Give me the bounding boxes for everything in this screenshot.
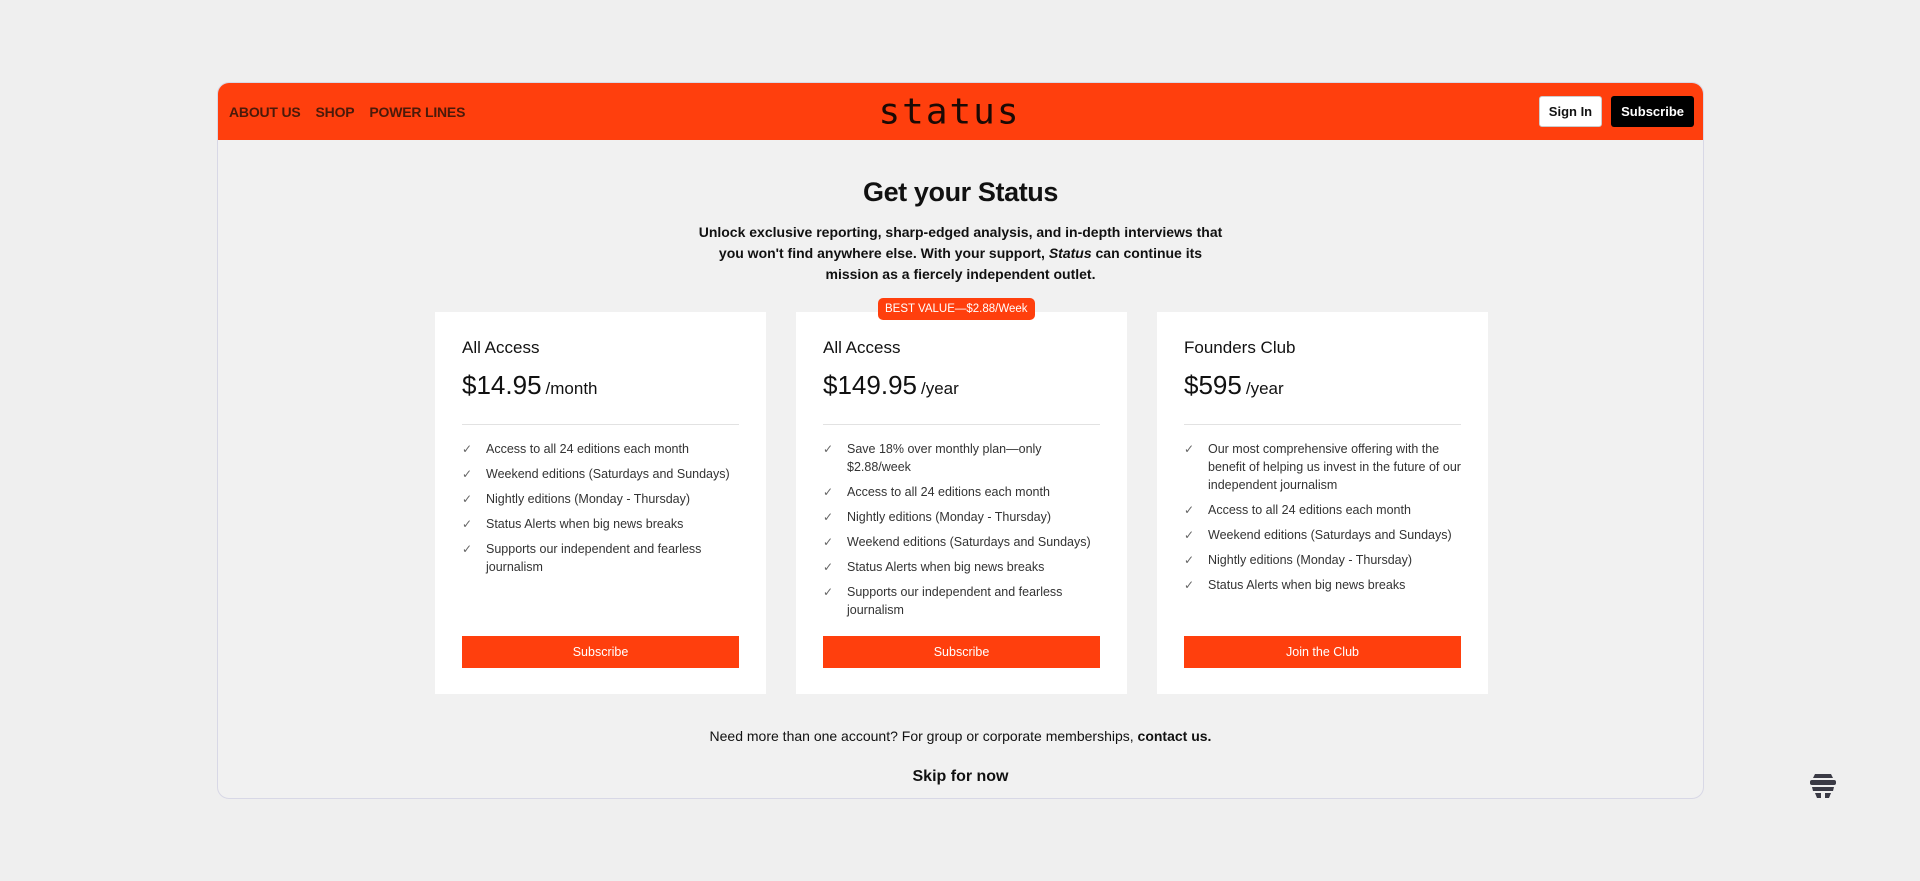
feature-item: ✓ Weekend editions (Saturdays and Sundays… <box>1184 526 1461 544</box>
feature-text: Weekend editions (Saturdays and Sundays) <box>847 535 1091 549</box>
price-period: /year <box>1245 379 1284 398</box>
check-icon: ✓ <box>823 535 834 549</box>
subscribe-monthly-button[interactable]: Subscribe <box>462 636 739 668</box>
check-icon: ✓ <box>823 485 834 499</box>
plan-name: All Access <box>462 338 540 357</box>
check-icon: ✓ <box>823 585 834 599</box>
check-icon: ✓ <box>462 517 473 531</box>
price-amount: $595 <box>1184 370 1242 400</box>
feature-item: ✓ Save 18% over monthly plan—only $2.88/w… <box>823 440 1100 476</box>
page-title: Get your Status <box>862 177 1059 207</box>
group-membership-note: Need more than one account? For group or… <box>218 728 1703 744</box>
app-logo-icon[interactable] <box>1806 768 1840 802</box>
footnote-text: Need more than one account? For group or… <box>709 728 1138 744</box>
plan-name: Founders Club <box>1184 338 1296 357</box>
feature-item: ✓ Access to all 24 editions each month <box>823 483 1100 501</box>
check-icon: ✓ <box>1184 528 1195 542</box>
feature-item: ✓ Access to all 24 editions each month <box>1184 501 1461 519</box>
plan-name: All Access <box>823 338 901 357</box>
feature-item: ✓ Status Alerts when big news breaks <box>462 515 739 533</box>
feature-text: Our most comprehensive offering with the… <box>1208 442 1461 492</box>
feature-text: Nightly editions (Monday - Thursday) <box>1208 553 1413 567</box>
feature-text: Status Alerts when big news breaks <box>1208 578 1406 592</box>
feature-list: ✓ Access to all 24 editions each month ✓ W… <box>462 440 739 576</box>
plan-price: $14.95 /month <box>462 370 739 401</box>
feature-text: Weekend editions (Saturdays and Sundays) <box>1208 528 1452 542</box>
site-logo[interactable]: status <box>878 91 1020 132</box>
skip-for-now-link[interactable]: Skip for now <box>218 768 1703 786</box>
price-period: /year <box>920 379 959 398</box>
feature-item: ✓ Nightly editions (Monday - Thursday) <box>1184 551 1461 569</box>
feature-text: Status Alerts when big news breaks <box>847 560 1045 574</box>
header-subscribe-button[interactable]: Subscribe <box>1611 96 1694 127</box>
feature-item: ✓ Weekend editions (Saturdays and Sundays… <box>462 465 739 483</box>
plan-card-yearly: BEST VALUE—$2.88/Week All Access $149.95… <box>796 298 1127 694</box>
intro-text: Unlock exclusive reporting, sharp-edged … <box>696 222 1226 285</box>
sign-in-button[interactable]: Sign In <box>1538 96 1603 127</box>
feature-text: Status Alerts when big news breaks <box>486 517 684 531</box>
feature-item: ✓ Our most comprehensive offering with th… <box>1184 440 1461 494</box>
join-club-button[interactable]: Join the Club <box>1184 636 1461 668</box>
check-icon: ✓ <box>462 542 473 556</box>
divider <box>462 424 739 425</box>
feature-item: ✓ Supports our independent and fearless j… <box>462 540 739 576</box>
check-icon: ✓ <box>1184 442 1195 456</box>
nav-link-shop[interactable]: SHOP <box>316 104 355 120</box>
top-navigation-bar: ABOUT US SHOP POWER LINES status Sign In… <box>218 83 1703 140</box>
check-icon: ✓ <box>1184 553 1195 567</box>
feature-text: Weekend editions (Saturdays and Sundays) <box>486 467 730 481</box>
feature-list: ✓ Our most comprehensive offering with th… <box>1184 440 1461 594</box>
feature-text: Nightly editions (Monday - Thursday) <box>847 510 1052 524</box>
pricing-cards: All Access $14.95 /month ✓ Access to all … <box>435 298 1488 694</box>
feature-text: Access to all 24 editions each month <box>486 442 689 456</box>
check-icon: ✓ <box>823 442 834 456</box>
nav-link-power-lines[interactable]: POWER LINES <box>369 104 465 120</box>
feature-text: Access to all 24 editions each month <box>847 485 1050 499</box>
feature-text: Supports our independent and fearless jo… <box>486 542 702 574</box>
check-icon: ✓ <box>823 560 834 574</box>
auth-buttons: Sign In Subscribe <box>1538 96 1694 127</box>
divider <box>823 424 1100 425</box>
feature-text: Access to all 24 editions each month <box>1208 503 1411 517</box>
plan-card-monthly: All Access $14.95 /month ✓ Access to all … <box>435 312 766 694</box>
check-icon: ✓ <box>462 467 473 481</box>
check-icon: ✓ <box>462 442 473 456</box>
check-icon: ✓ <box>1184 503 1195 517</box>
feature-item: ✓ Nightly editions (Monday - Thursday) <box>823 508 1100 526</box>
check-icon: ✓ <box>462 492 473 506</box>
feature-text: Supports our independent and fearless jo… <box>847 585 1063 617</box>
feature-item: ✓ Access to all 24 editions each month <box>462 440 739 458</box>
feature-text: Save 18% over monthly plan—only $2.88/we… <box>847 442 1042 474</box>
plan-price: $149.95 /year <box>823 370 1100 401</box>
feature-text: Nightly editions (Monday - Thursday) <box>486 492 691 506</box>
feature-item: ✓ Weekend editions (Saturdays and Sundays… <box>823 533 1100 551</box>
feature-item: ✓ Status Alerts when big news breaks <box>823 558 1100 576</box>
price-amount: $14.95 <box>462 370 542 400</box>
nav-link-about-us[interactable]: ABOUT US <box>229 104 301 120</box>
price-period: /month <box>545 379 598 398</box>
divider <box>1184 424 1461 425</box>
feature-item: ✓ Supports our independent and fearless j… <box>823 583 1100 619</box>
feature-item: ✓ Status Alerts when big news breaks <box>1184 576 1461 594</box>
intro-brand: Status <box>1048 245 1092 261</box>
main-nav: ABOUT US SHOP POWER LINES <box>229 104 465 120</box>
browser-window: ABOUT US SHOP POWER LINES status Sign In… <box>217 82 1704 799</box>
plan-card-founders: Founders Club $595 /year ✓ Our most compr… <box>1157 312 1488 694</box>
subscribe-yearly-button[interactable]: Subscribe <box>823 636 1100 668</box>
check-icon: ✓ <box>1184 578 1195 592</box>
feature-item: ✓ Nightly editions (Monday - Thursday) <box>462 490 739 508</box>
plan-price: $595 /year <box>1184 370 1461 401</box>
check-icon: ✓ <box>823 510 834 524</box>
feature-list: ✓ Save 18% over monthly plan—only $2.88/w… <box>823 440 1100 619</box>
best-value-badge: BEST VALUE—$2.88/Week <box>878 298 1035 320</box>
contact-us-link[interactable]: contact us. <box>1138 728 1212 744</box>
price-amount: $149.95 <box>823 370 917 400</box>
